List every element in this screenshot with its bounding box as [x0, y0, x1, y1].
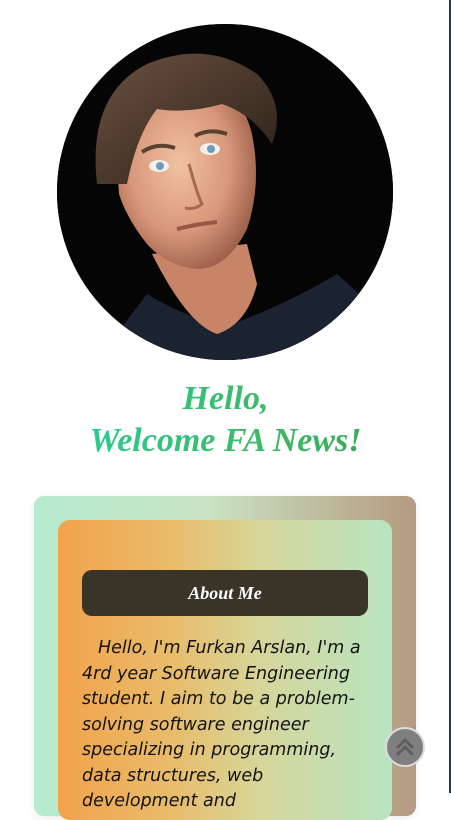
about-me-text: Hello, I'm Furkan Arslan, I'm a 4rd year… [82, 638, 361, 811]
profile-photo-illustration [57, 24, 393, 360]
greeting-welcome: Welcome FA News! [0, 420, 451, 462]
greeting-hello: Hello, [0, 378, 451, 420]
about-me-title: About Me [82, 570, 368, 616]
double-chevron-up-icon [396, 738, 414, 756]
about-card-inner: About Me Hello, I'm Furkan Arslan, I'm a… [58, 520, 392, 820]
about-card: About Me Hello, I'm Furkan Arslan, I'm a… [34, 496, 416, 820]
profile-photo [57, 24, 393, 360]
scroll-to-top-button[interactable] [385, 727, 425, 767]
